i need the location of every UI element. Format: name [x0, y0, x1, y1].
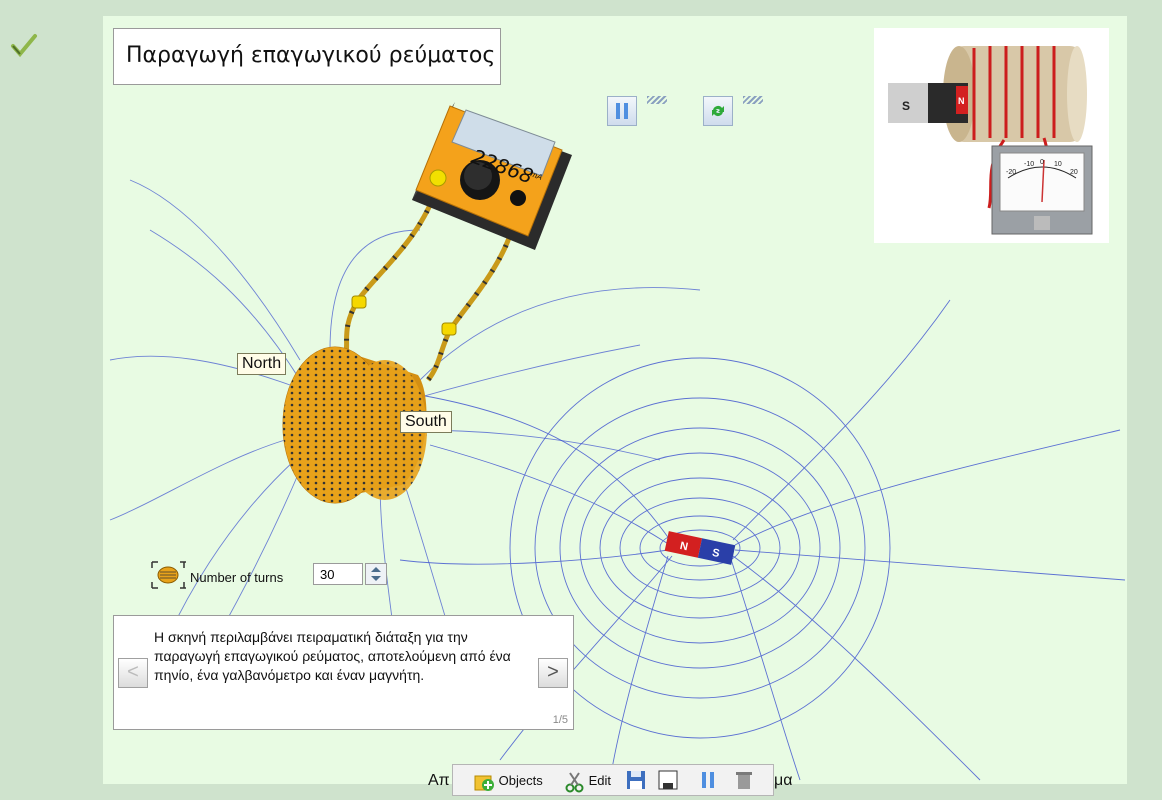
north-label: North [237, 353, 287, 375]
galvanometer[interactable] [412, 102, 572, 250]
turns-label: Number of turns [190, 570, 284, 585]
south-label: South [400, 411, 452, 433]
thumb-magnet-n: N [958, 96, 965, 106]
bottom-toolbar: Objects Edit [452, 764, 774, 796]
edit-label: Edit [588, 773, 612, 788]
add-object-icon [474, 775, 494, 791]
turns-stepper[interactable] [365, 563, 387, 585]
caption-left: Απ [428, 772, 450, 789]
refresh-icon [712, 106, 724, 116]
edit-button[interactable]: Edit [565, 769, 611, 793]
caption-right: μα [774, 772, 793, 789]
coil-windings [283, 347, 387, 503]
info-panel: < Η σκηνή περιλαμβάνει πειραματική διάτα… [113, 615, 574, 730]
thumb-scale-1: -10 [1024, 161, 1034, 168]
coil-turns-icon [151, 561, 186, 589]
scissors-icon [565, 772, 584, 793]
thumb-magnet-s: S [902, 99, 910, 113]
reset-button[interactable] [703, 96, 733, 126]
previous-button[interactable]: < [118, 658, 148, 688]
pause-button[interactable] [607, 96, 637, 126]
trash-icon[interactable] [733, 769, 755, 793]
pause-icon [616, 103, 628, 119]
objects-label: Objects [498, 773, 543, 788]
stepper-arrows-icon [371, 567, 381, 581]
illustration-thumbnail: S N -20 -10 0 10 20 [874, 28, 1109, 243]
next-button[interactable]: > [538, 658, 568, 688]
thumb-scale-3: 10 [1054, 161, 1062, 168]
objects-button[interactable]: Objects [473, 769, 543, 793]
thumb-scale-0: -20 [1006, 169, 1016, 176]
thumb-scale-4: 20 [1070, 169, 1078, 176]
pause-toolbar-icon[interactable] [697, 769, 719, 793]
page-indicator: 1/5 [552, 714, 568, 726]
info-text: Η σκηνή περιλαμβάνει πειραματική διάταξη… [154, 629, 511, 683]
thumb-scale-2: 0 [1040, 159, 1044, 166]
bar-magnet[interactable]: N S [664, 531, 736, 565]
page-title: Παραγωγή επαγωγικού ρεύματος [113, 28, 501, 85]
pause-grip [647, 96, 667, 104]
reset-grip [743, 96, 763, 104]
turns-input[interactable] [313, 563, 363, 585]
save-as-icon[interactable] [657, 769, 679, 793]
save-icon[interactable] [625, 769, 647, 793]
